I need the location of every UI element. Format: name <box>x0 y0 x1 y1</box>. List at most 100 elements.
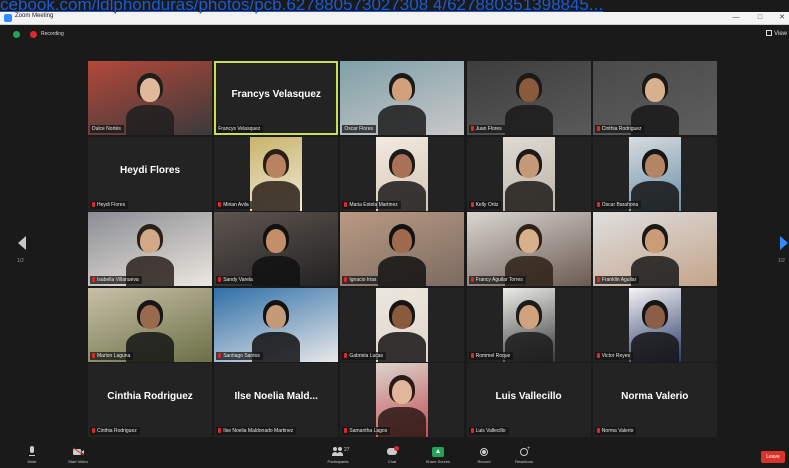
participant-name: Maria Estela Martinez <box>349 201 398 208</box>
participant-video <box>592 212 717 286</box>
participant-name-tag: Isabella Villanueva <box>90 276 142 284</box>
mute-label: Mute <box>27 459 37 464</box>
participant-tile[interactable]: Oscar Barahona <box>592 136 717 211</box>
participant-tile[interactable]: Santiago Santos <box>214 287 339 362</box>
participant-tile[interactable]: Cinthia Rodriguez Cinthia Rodriguez <box>88 363 212 437</box>
participant-name-tag: Oscar Barahona <box>594 200 642 209</box>
participant-name-tag: Kelly Ortiz <box>468 200 502 209</box>
participant-video <box>467 136 591 211</box>
participant-name: Dulce Nortés <box>92 126 121 132</box>
participant-video <box>88 212 212 286</box>
url-overlay[interactable]: cebook.com/ldlphonduras/photos/pcb.62788… <box>0 0 789 14</box>
participant-name: Francy Aguilar Torres <box>475 277 523 283</box>
page-indicator-right: 1/2 <box>778 258 785 264</box>
participant-name-tag: Luis Vallecillo <box>468 427 509 435</box>
participant-name: Oscar Barahona <box>601 201 639 208</box>
participant-tile[interactable]: Samantha Lagos <box>340 363 465 437</box>
participant-tile[interactable]: Mirian Avila <box>214 136 339 211</box>
start-video-button[interactable]: Start Video <box>58 446 98 464</box>
participant-name: Gabriela Lucas <box>349 352 384 359</box>
participant-name-tag: Francy Aguilar Torres <box>468 276 526 284</box>
participant-name: Heydi Flores <box>97 201 126 208</box>
participants-count: 27 <box>344 447 350 453</box>
participant-tile[interactable]: Oscar Flores <box>340 61 465 135</box>
participant-tile[interactable]: Ilse Noelia Mald... Ilse Noelia Maldonado… <box>214 363 339 437</box>
participant-name: Cinthia Rodriguez <box>97 428 137 434</box>
meeting-controls-toolbar: Mute Start Video 27 Participants Chat Sh… <box>0 444 789 468</box>
participant-name-tag: Maria Estela Martinez <box>342 200 401 209</box>
participant-name: Norma Valerio <box>601 428 634 434</box>
record-button[interactable]: Record <box>464 446 504 464</box>
participant-tile[interactable]: Gabriela Lucas <box>340 287 465 362</box>
meeting-top-bar: Recording View <box>0 25 789 45</box>
participant-name: Kelly Ortiz <box>475 201 499 208</box>
participant-tile[interactable]: Cinthia Rodriguez <box>592 61 717 135</box>
recording-label: Recording <box>41 31 64 37</box>
share-screen-button[interactable]: Share Screen <box>418 446 458 464</box>
participant-tile[interactable]: Heydi Flores Heydi Flores <box>88 136 212 211</box>
participant-name-tag: Cinthia Rodriguez <box>594 125 645 133</box>
muted-mic-icon <box>470 201 474 207</box>
participant-tile[interactable]: Francy Aguilar Torres <box>466 212 591 286</box>
participant-name-tag: Oscar Flores <box>342 125 377 133</box>
chat-bubble-icon <box>386 446 399 458</box>
participant-display-name: Luis Vallecillo <box>495 391 562 402</box>
view-button[interactable]: View <box>766 30 787 37</box>
muted-mic-icon <box>596 277 600 282</box>
participant-tile[interactable]: Victor Reyes <box>592 287 717 362</box>
chat-button[interactable]: Chat <box>372 446 412 464</box>
muted-mic-icon <box>344 352 348 358</box>
muted-mic-icon <box>218 201 222 207</box>
participant-tile[interactable]: Marlon Laguna <box>88 287 212 362</box>
participant-name: Franklin Aguilar <box>601 277 637 283</box>
reactions-button[interactable]: + Reactions <box>504 446 544 464</box>
participant-tile[interactable]: Rommel Roque <box>466 287 591 362</box>
participant-name-tag: Gabriela Lucas <box>342 351 387 360</box>
microphone-icon <box>26 446 38 458</box>
muted-mic-icon <box>92 277 95 282</box>
security-shield-icon[interactable] <box>13 31 20 38</box>
participant-tile[interactable]: Luis Vallecillo Luis Vallecillo <box>466 363 591 437</box>
participant-tile[interactable]: Franklin Aguilar <box>592 212 717 286</box>
participant-tile[interactable]: Ignacio Irias <box>340 212 465 286</box>
participant-name-tag: Samantha Lagos <box>342 427 391 435</box>
mute-button[interactable]: Mute <box>12 446 52 464</box>
muted-mic-icon <box>218 277 222 282</box>
participant-name-tag: Marlon Laguna <box>90 351 134 360</box>
participant-name: Sandy Varela <box>223 277 253 283</box>
chat-label: Chat <box>387 459 397 464</box>
participant-tile[interactable]: Kelly Ortiz <box>466 136 591 211</box>
participant-video <box>214 212 339 286</box>
participant-video <box>466 61 591 135</box>
page-indicator-left: 1/2 <box>17 258 24 264</box>
participant-tile[interactable]: Sandy Varela <box>214 212 339 286</box>
muted-mic-icon <box>218 428 222 433</box>
previous-page-arrow-icon[interactable] <box>18 236 26 250</box>
participant-tile[interactable]: Juan Flores <box>466 61 591 135</box>
muted-mic-icon <box>470 428 474 433</box>
reactions-icon: + <box>518 446 531 458</box>
muted-mic-icon <box>470 126 474 131</box>
participant-name-tag: Mirian Avila <box>216 200 252 209</box>
participant-name-tag: Santiago Santos <box>216 351 263 360</box>
zoom-app-icon <box>4 14 12 22</box>
leave-button[interactable]: Leave <box>761 451 785 463</box>
participants-button[interactable]: 27 Participants <box>318 446 358 464</box>
participant-video <box>214 287 339 362</box>
participant-video <box>88 61 212 135</box>
reactions-label: Reactions <box>515 459 533 464</box>
participant-tile[interactable]: Isabella Villanueva <box>88 212 212 286</box>
view-label: View <box>774 31 787 37</box>
participant-tile[interactable]: Francys Velasquez Francys Velasquez <box>214 61 339 135</box>
next-page-arrow-icon[interactable] <box>780 236 788 250</box>
muted-mic-icon <box>344 428 348 433</box>
participant-video <box>88 287 212 362</box>
participant-display-name: Heydi Flores <box>119 164 181 176</box>
participant-video <box>593 287 717 362</box>
participant-tile[interactable]: Dulce Nortés <box>88 61 212 135</box>
participant-tile[interactable]: Norma Valerio Norma Valerio <box>592 363 717 437</box>
grid-view-icon <box>766 30 773 36</box>
muted-mic-icon <box>596 428 600 433</box>
participant-name-tag: Francys Velasquez <box>216 125 264 133</box>
participant-tile[interactable]: Maria Estela Martinez <box>340 136 465 211</box>
